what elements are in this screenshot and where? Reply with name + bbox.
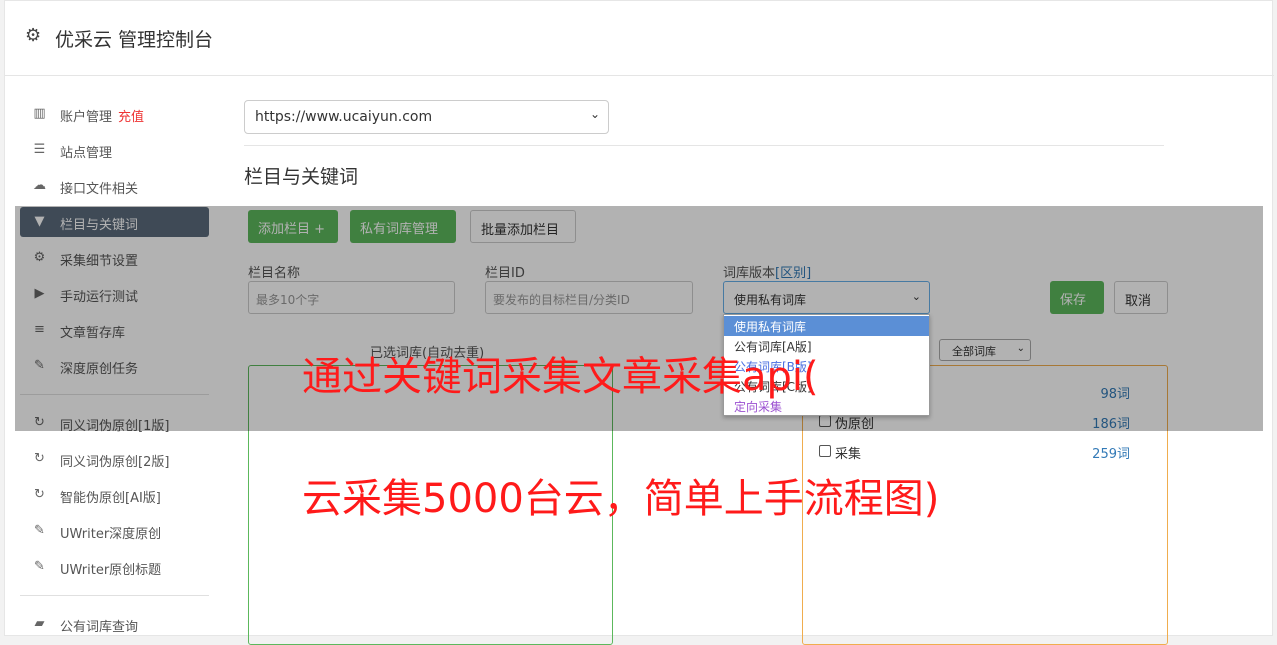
cloud-upload-icon: ☁ — [33, 178, 46, 193]
gear-icon: ⚙ — [25, 25, 42, 46]
sidebar-item-sites[interactable]: ☰ 站点管理 — [20, 135, 209, 165]
edit-icon: ✎ — [34, 559, 45, 574]
library-row[interactable]: 采集 259词 — [803, 441, 1148, 463]
sidebar-item-label: UWriter深度原创 — [60, 527, 162, 542]
top-bar: ⚙ 优采云 管理控制台 — [5, 1, 1274, 76]
divider — [244, 145, 1164, 146]
sidebar-item-interface-files[interactable]: ☁ 接口文件相关 — [20, 171, 209, 201]
book-icon: ▰ — [34, 616, 45, 631]
library-checkbox[interactable] — [819, 445, 831, 457]
refresh-icon: ↻ — [34, 487, 45, 502]
chevron-down-icon: ⌄ — [589, 107, 600, 121]
sidebar-item-uwriter-original[interactable]: ✎ UWriter深度原创 — [20, 516, 209, 546]
server-icon: ☰ — [33, 142, 46, 157]
overlay-headline-line2: 云采集5000台云，简单上手流程图) — [302, 476, 940, 522]
sidebar-item-label: 智能伪原创[AI版] — [60, 491, 161, 506]
sidebar-item-synonym-v2[interactable]: ↻ 同义词伪原创[2版] — [20, 444, 209, 474]
edit-icon: ✎ — [34, 523, 45, 538]
site-select[interactable]: https://www.ucaiyun.com ⌄ — [244, 100, 609, 134]
sidebar-divider — [20, 595, 209, 596]
site-select-value: https://www.ucaiyun.com — [255, 109, 433, 125]
bar-chart-icon: ▥ — [33, 106, 46, 121]
sidebar-item-uwriter-title[interactable]: ✎ UWriter原创标题 — [20, 552, 209, 582]
sidebar-item-account[interactable]: ▥ 账户管理 充值 — [20, 99, 209, 129]
sidebar-item-label: 站点管理 — [60, 146, 113, 161]
library-name: 采集 — [835, 447, 862, 462]
page-title: 优采云 管理控制台 — [55, 29, 214, 51]
recharge-link[interactable]: 充值 — [118, 110, 144, 125]
refresh-icon: ↻ — [34, 451, 45, 466]
sidebar-item-label: 账户管理 — [60, 110, 113, 125]
section-title: 栏目与关键词 — [244, 166, 359, 188]
dropdown-option[interactable]: 使用私有词库 — [724, 316, 929, 336]
library-count: 259词 — [1092, 447, 1130, 462]
sidebar-item-label: UWriter原创标题 — [60, 563, 162, 578]
sidebar-item-label: 公有词库查询 — [60, 620, 139, 635]
overlay-headline-line1: 通过关键词采集文章采集api( — [302, 354, 819, 400]
sidebar-item-label: 接口文件相关 — [60, 182, 139, 197]
sidebar-item-public-lib[interactable]: ▰ 公有词库查询 — [20, 609, 209, 639]
sidebar-item-label: 同义词伪原创[2版] — [60, 455, 170, 470]
sidebar-item-ai-rewrite[interactable]: ↻ 智能伪原创[AI版] — [20, 480, 209, 510]
